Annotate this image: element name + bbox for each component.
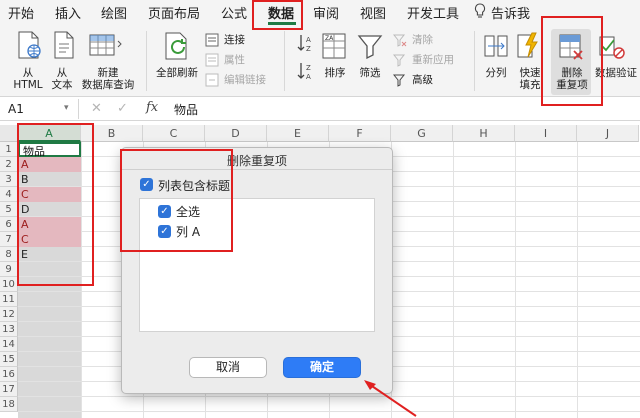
formula-divider [78, 99, 79, 119]
row-header-13[interactable]: 13 [0, 322, 18, 337]
svg-text:A: A [306, 36, 311, 44]
tab-draw[interactable]: 绘图 [101, 3, 127, 22]
from-text-label: 从 文本 [51, 67, 73, 91]
annotation-arrow-icon [364, 380, 417, 417]
column-header-i[interactable]: I [515, 125, 577, 142]
row-header-15[interactable]: 15 [0, 352, 18, 367]
grid-row-line [18, 396, 640, 397]
insert-function-icon[interactable]: fx [146, 100, 158, 115]
row-header-4[interactable]: 4 [0, 187, 18, 202]
refresh-all-icon [162, 31, 192, 64]
edit-links-button[interactable]: 编辑链接 [224, 74, 266, 86]
ribbon-separator [146, 31, 147, 91]
row-header-14[interactable]: 14 [0, 337, 18, 352]
grid-row-line [18, 411, 640, 412]
cancel-x-icon[interactable]: ✕ [91, 101, 102, 116]
column-header-g[interactable]: G [391, 125, 453, 142]
tab-page-layout[interactable]: 页面布局 [148, 3, 200, 22]
row-header-17[interactable]: 17 [0, 382, 18, 397]
row-header-7[interactable]: 7 [0, 232, 18, 247]
properties-button[interactable]: 属性 [224, 54, 245, 66]
from-html-label: 从 HTML [13, 67, 43, 91]
svg-text:Z: Z [306, 64, 311, 72]
refresh-all-label: 全部刷新 [156, 67, 198, 79]
connections-icon [205, 33, 219, 50]
column-header-e[interactable]: E [267, 125, 329, 142]
properties-icon [205, 53, 219, 70]
row-header-12[interactable]: 12 [0, 307, 18, 322]
tell-me-search[interactable]: 告诉我 [491, 3, 530, 22]
column-header-f[interactable]: F [329, 125, 391, 142]
formula-content[interactable]: 物品 [174, 101, 198, 118]
column-header-j[interactable]: J [577, 125, 639, 142]
clear-filter-icon [392, 33, 407, 50]
filter-button[interactable]: 筛选 [356, 67, 384, 79]
annotation-box-column-a [17, 123, 94, 286]
tab-home[interactable]: 开始 [8, 3, 34, 22]
tab-developer[interactable]: 开发工具 [407, 3, 459, 22]
row-header-16[interactable]: 16 [0, 367, 18, 382]
from-html-button[interactable]: 从 HTML [8, 67, 48, 91]
new-db-query-label: 新建 数据库查询 [81, 67, 135, 91]
row-header-1[interactable]: 1 [0, 142, 18, 157]
from-text-button[interactable]: 从 文本 [44, 67, 80, 91]
filter-funnel-icon [357, 33, 383, 62]
grid-column-line [515, 142, 516, 418]
cancel-button[interactable]: 取消 [189, 357, 267, 378]
ok-button[interactable]: 确定 [283, 357, 361, 378]
row-header-8[interactable]: 8 [0, 247, 18, 262]
from-text-icon [52, 31, 76, 62]
lightbulb-icon [474, 3, 486, 22]
row-header-10[interactable]: 10 [0, 277, 18, 292]
row-header-2[interactable]: 2 [0, 157, 18, 172]
annotation-box-data-tab [252, 0, 303, 30]
sort-ascending-icon: AZ [296, 33, 316, 56]
flash-fill-button[interactable]: 快速 填充 [516, 67, 544, 91]
tab-review[interactable]: 审阅 [313, 3, 339, 22]
confirm-check-icon[interactable]: ✓ [117, 101, 128, 116]
tab-formulas[interactable]: 公式 [221, 3, 247, 22]
ribbon-separator [474, 31, 475, 91]
sort-icon: ZA [322, 33, 346, 62]
select-all-corner[interactable] [0, 125, 18, 142]
text-to-columns-icon [484, 33, 508, 62]
flash-fill-icon [516, 31, 540, 62]
row-header-9[interactable]: 9 [0, 262, 18, 277]
reapply-icon [392, 53, 407, 70]
database-query-icon [88, 31, 124, 62]
advanced-button[interactable]: 高级 [412, 74, 433, 86]
sort-descending-icon: ZA [296, 61, 316, 84]
row-header-18[interactable]: 18 [0, 397, 18, 412]
reapply-button[interactable]: 重新应用 [412, 54, 454, 66]
row-header-3[interactable]: 3 [0, 172, 18, 187]
sort-button[interactable]: 排序 [322, 67, 348, 79]
row-header-5[interactable]: 5 [0, 202, 18, 217]
connections-button[interactable]: 连接 [224, 34, 245, 46]
chevron-down-icon[interactable]: ▾ [64, 103, 69, 113]
edit-links-icon [205, 73, 219, 90]
row-header-6[interactable]: 6 [0, 217, 18, 232]
tab-insert[interactable]: 插入 [55, 3, 81, 22]
new-db-query-button[interactable]: 新建 数据库查询 [80, 67, 136, 91]
split-columns-button[interactable]: 分列 [482, 67, 510, 79]
column-header-c[interactable]: C [143, 125, 205, 142]
advanced-filter-icon [392, 73, 407, 90]
annotation-box-remove-duplicates [541, 16, 603, 106]
column-header-d[interactable]: D [205, 125, 267, 142]
flash-fill-label: 快速 填充 [519, 67, 541, 91]
ribbon-separator [284, 31, 285, 91]
from-html-icon [16, 31, 42, 62]
grid-column-line [577, 142, 578, 418]
tab-view[interactable]: 视图 [360, 3, 386, 22]
refresh-all-button[interactable]: 全部刷新 [152, 67, 202, 79]
column-header-h[interactable]: H [453, 125, 515, 142]
clear-button[interactable]: 清除 [412, 34, 433, 46]
annotation-box-dialog-options [120, 149, 233, 252]
row-header-11[interactable]: 11 [0, 292, 18, 307]
grid-column-line [453, 142, 454, 418]
svg-text:Z: Z [306, 45, 311, 53]
svg-text:ZA: ZA [325, 35, 334, 42]
name-box[interactable]: A1 [4, 100, 64, 118]
svg-text:A: A [306, 73, 311, 81]
